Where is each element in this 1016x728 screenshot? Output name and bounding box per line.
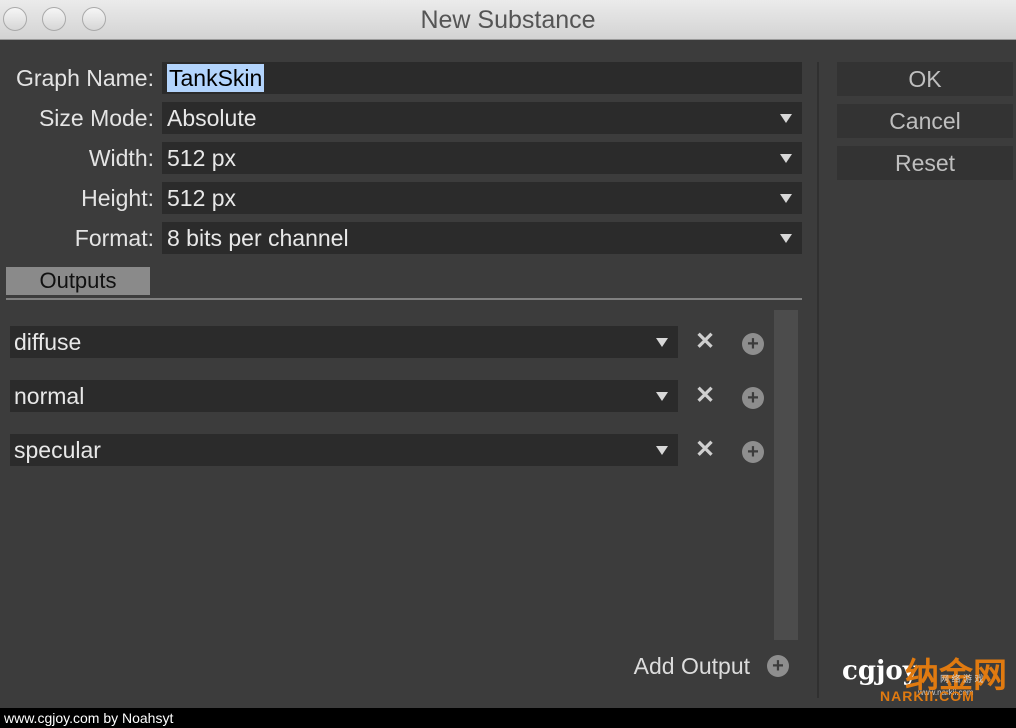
add-output-label[interactable]: Add Output — [600, 650, 750, 682]
width-select[interactable]: 512 px — [162, 142, 802, 174]
graph-name-value: TankSkin — [167, 64, 265, 92]
size-mode-value: Absolute — [167, 105, 257, 131]
remove-output-icon[interactable]: ✕ — [694, 384, 716, 408]
add-output-icon[interactable]: + — [742, 333, 764, 355]
size-mode-label: Size Mode: — [38, 105, 154, 131]
dropdown-arrow-icon — [656, 338, 668, 347]
ok-button[interactable]: OK — [837, 62, 1013, 96]
width-label: Width: — [88, 145, 154, 171]
output-value: normal — [14, 383, 85, 409]
output-value: diffuse — [14, 329, 82, 355]
dropdown-arrow-icon — [656, 392, 668, 401]
size-mode-select[interactable]: Absolute — [162, 102, 802, 134]
outputs-scrollbar[interactable] — [774, 310, 798, 640]
dropdown-arrow-icon — [780, 154, 792, 163]
image-caption: www.cgjoy.com by Noahsyt — [0, 708, 1016, 728]
output-select-diffuse[interactable]: diffuse — [10, 326, 678, 358]
width-value: 512 px — [167, 145, 237, 171]
window-title: New Substance — [420, 6, 596, 34]
graph-name-input[interactable]: TankSkin — [162, 62, 802, 94]
watermark-url: NARKII.COM — [880, 688, 975, 704]
remove-output-icon[interactable]: ✕ — [694, 438, 716, 462]
dropdown-arrow-icon — [780, 194, 792, 203]
output-select-specular[interactable]: specular — [10, 434, 678, 466]
format-value: 8 bits per channel — [167, 225, 349, 251]
dropdown-arrow-icon — [780, 114, 792, 123]
format-select[interactable]: 8 bits per channel — [162, 222, 802, 254]
add-output-icon[interactable]: + — [742, 441, 764, 463]
remove-output-icon[interactable]: ✕ — [694, 330, 716, 354]
watermark-small-text: 网 络 游 戏 — [940, 674, 984, 684]
dropdown-arrow-icon — [656, 446, 668, 455]
divider — [6, 298, 802, 300]
output-value: specular — [14, 437, 101, 463]
height-value: 512 px — [167, 185, 237, 211]
add-output-icon[interactable]: + — [767, 655, 789, 677]
reset-button[interactable]: Reset — [837, 146, 1013, 180]
tab-outputs[interactable]: Outputs — [6, 267, 150, 295]
add-output-icon[interactable]: + — [742, 387, 764, 409]
cancel-button[interactable]: Cancel — [837, 104, 1013, 138]
title-bar: New Substance — [0, 0, 1016, 40]
vertical-separator — [817, 62, 819, 698]
height-label: Height: — [81, 185, 154, 211]
output-select-normal[interactable]: normal — [10, 380, 678, 412]
graph-name-label: Graph Name: — [15, 65, 154, 91]
dropdown-arrow-icon — [780, 234, 792, 243]
height-select[interactable]: 512 px — [162, 182, 802, 214]
format-label: Format: — [74, 225, 154, 251]
